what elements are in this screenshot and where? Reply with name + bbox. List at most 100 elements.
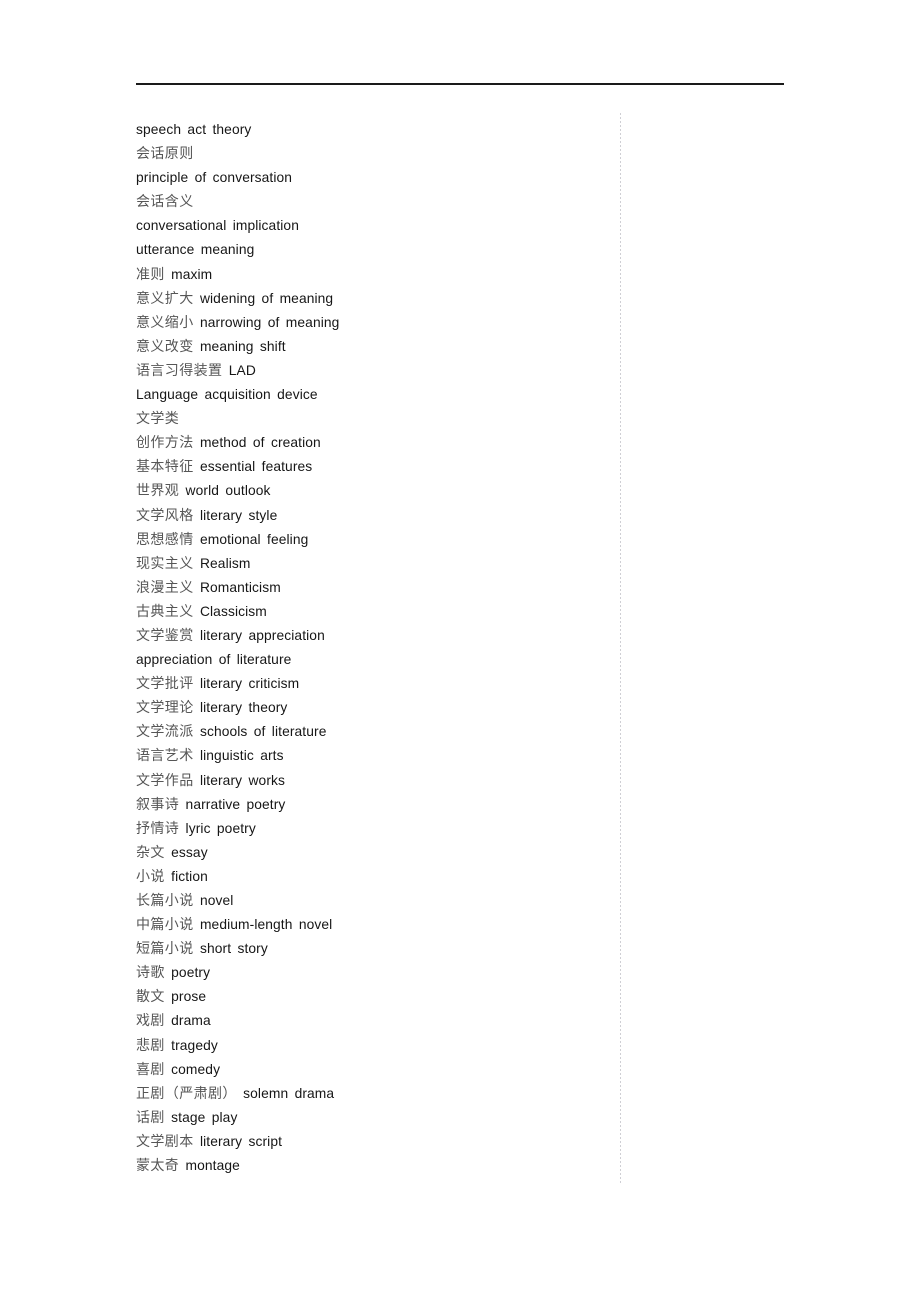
glossary-term-english: drama — [171, 1013, 211, 1029]
glossary-term-chinese: 文学作品 — [136, 772, 194, 789]
glossary-term-english: LAD — [228, 362, 256, 378]
glossary-term-chinese: 小说 — [136, 868, 165, 885]
glossary-line: 思想感情 emotional feeling — [136, 528, 606, 552]
glossary-term-chinese: 蒙太奇 — [136, 1158, 180, 1175]
glossary-term-chinese: 正剧（严肃剧） — [136, 1085, 237, 1102]
glossary-term-chinese: 意义改变 — [136, 338, 194, 355]
glossary-term-english: narrowing of meaning — [199, 314, 340, 330]
glossary-line: 基本特征 essential features — [136, 455, 606, 479]
glossary-term-chinese: 文学流派 — [136, 724, 194, 741]
header-horizontal-rule — [136, 83, 784, 85]
glossary-line: 文学流派 schools of literature — [136, 720, 606, 744]
glossary-line: 文学作品 literary works — [136, 769, 606, 793]
glossary-term-english: world outlook — [185, 483, 271, 499]
glossary-line: 会话原则 — [136, 142, 606, 166]
glossary-term-english: essential features — [199, 459, 313, 475]
glossary-line: 小说 fiction — [136, 865, 606, 889]
glossary-line: 文学理论 literary theory — [136, 696, 606, 720]
glossary-term-english: essay — [171, 844, 208, 860]
glossary-line: 文学类 — [136, 407, 606, 431]
glossary-term-english: literary criticism — [199, 676, 300, 692]
glossary-term-english: meaning shift — [199, 338, 286, 354]
glossary-term-chinese: 准则 — [136, 266, 165, 283]
glossary-term-english: montage — [185, 1158, 240, 1174]
glossary-term-chinese: 意义扩大 — [136, 290, 194, 307]
glossary-term-english: literary script — [199, 1133, 283, 1149]
glossary-line: principle of conversation — [136, 166, 606, 190]
glossary-term-chinese: 戏剧 — [136, 1013, 165, 1030]
glossary-line: 文学鉴赏 literary appreciation — [136, 624, 606, 648]
glossary-term-english: conversational implication — [136, 218, 299, 234]
glossary-line: 创作方法 method of creation — [136, 431, 606, 455]
glossary-term-chinese: 中篇小说 — [136, 917, 194, 934]
glossary-line: 现实主义 Realism — [136, 552, 606, 576]
glossary-term-english: lyric poetry — [185, 820, 256, 836]
glossary-term-english: Language acquisition device — [136, 387, 318, 403]
glossary-line: 正剧（严肃剧） solemn drama — [136, 1082, 606, 1106]
glossary-line: 戏剧 drama — [136, 1009, 606, 1033]
glossary-term-english: solemn drama — [243, 1085, 335, 1101]
glossary-line: 准则 maxim — [136, 263, 606, 287]
glossary-term-chinese: 浪漫主义 — [136, 579, 194, 596]
glossary-term-chinese: 诗歌 — [136, 965, 165, 982]
glossary-term-chinese: 短篇小说 — [136, 941, 194, 958]
glossary-term-english: speech act theory — [136, 122, 252, 137]
glossary-term-chinese: 会话含义 — [136, 194, 194, 211]
glossary-term-english: method of creation — [199, 435, 321, 451]
glossary-term-english: linguistic arts — [199, 748, 284, 764]
glossary-term-english: maxim — [171, 266, 213, 282]
glossary-line: Language acquisition device — [136, 383, 606, 407]
glossary-term-chinese: 文学风格 — [136, 507, 194, 524]
glossary-term-chinese: 悲剧 — [136, 1037, 165, 1054]
glossary-term-english: stage play — [171, 1109, 238, 1125]
glossary-line: 喜剧 comedy — [136, 1058, 606, 1082]
glossary-term-english: Realism — [199, 555, 251, 571]
glossary-line: 短篇小说 short story — [136, 937, 606, 961]
glossary-term-chinese: 会话原则 — [136, 146, 194, 163]
glossary-term-english: appreciation of literature — [136, 652, 292, 668]
glossary-term-english: medium-length novel — [199, 917, 333, 933]
glossary-term-chinese: 语言习得装置 — [136, 362, 223, 379]
glossary-line: 文学风格 literary style — [136, 504, 606, 528]
glossary-term-english: literary style — [199, 507, 278, 523]
glossary-term-english: prose — [171, 989, 207, 1005]
glossary-term-chinese: 创作方法 — [136, 435, 194, 452]
glossary-term-list: speech act theory 会话原则 principle of conver… — [136, 118, 606, 1178]
glossary-line: 会话含义 — [136, 190, 606, 214]
glossary-term-chinese: 长篇小说 — [136, 893, 194, 909]
glossary-line: 蒙太奇 montage — [136, 1154, 606, 1178]
glossary-line: 语言艺术 linguistic arts — [136, 744, 606, 768]
glossary-term-english: widening of meaning — [199, 290, 334, 306]
glossary-line: 话剧 stage play — [136, 1106, 606, 1130]
glossary-line: 语言习得装置 LAD — [136, 359, 606, 383]
glossary-line: 杂文 essay — [136, 841, 606, 865]
glossary-line: 意义改变 meaning shift — [136, 335, 606, 359]
glossary-term-english: Classicism — [199, 603, 267, 619]
glossary-term-english: Romanticism — [199, 579, 281, 595]
glossary-term-english: poetry — [171, 965, 211, 981]
glossary-line: 悲剧 tragedy — [136, 1034, 606, 1058]
glossary-term-english: emotional feeling — [199, 531, 309, 547]
glossary-term-chinese: 话剧 — [136, 1109, 165, 1126]
glossary-term-chinese: 现实主义 — [136, 555, 194, 572]
glossary-line: 抒情诗 lyric poetry — [136, 817, 606, 841]
glossary-term-english: schools of literature — [199, 724, 327, 740]
glossary-term-chinese: 世界观 — [136, 483, 180, 500]
glossary-term-english: tragedy — [171, 1037, 218, 1053]
glossary-term-chinese: 杂文 — [136, 844, 165, 861]
glossary-line: 浪漫主义 Romanticism — [136, 576, 606, 600]
glossary-line: 叙事诗 narrative poetry — [136, 793, 606, 817]
glossary-line: 中篇小说 medium-length novel — [136, 913, 606, 937]
glossary-term-chinese: 基本特征 — [136, 459, 194, 476]
glossary-line: 文学批评 literary criticism — [136, 672, 606, 696]
glossary-line: 散文 prose — [136, 985, 606, 1009]
glossary-term-english: literary appreciation — [199, 627, 325, 643]
glossary-line: 意义缩小 narrowing of meaning — [136, 311, 606, 335]
glossary-term-english: principle of conversation — [136, 170, 293, 186]
glossary-line: 长篇小说 novel — [136, 889, 606, 913]
glossary-line: conversational implication — [136, 214, 606, 238]
glossary-term-english: novel — [199, 893, 234, 908]
glossary-term-chinese: 文学理论 — [136, 700, 194, 717]
glossary-term-chinese: 文学类 — [136, 411, 180, 428]
glossary-term-english: comedy — [171, 1061, 221, 1077]
